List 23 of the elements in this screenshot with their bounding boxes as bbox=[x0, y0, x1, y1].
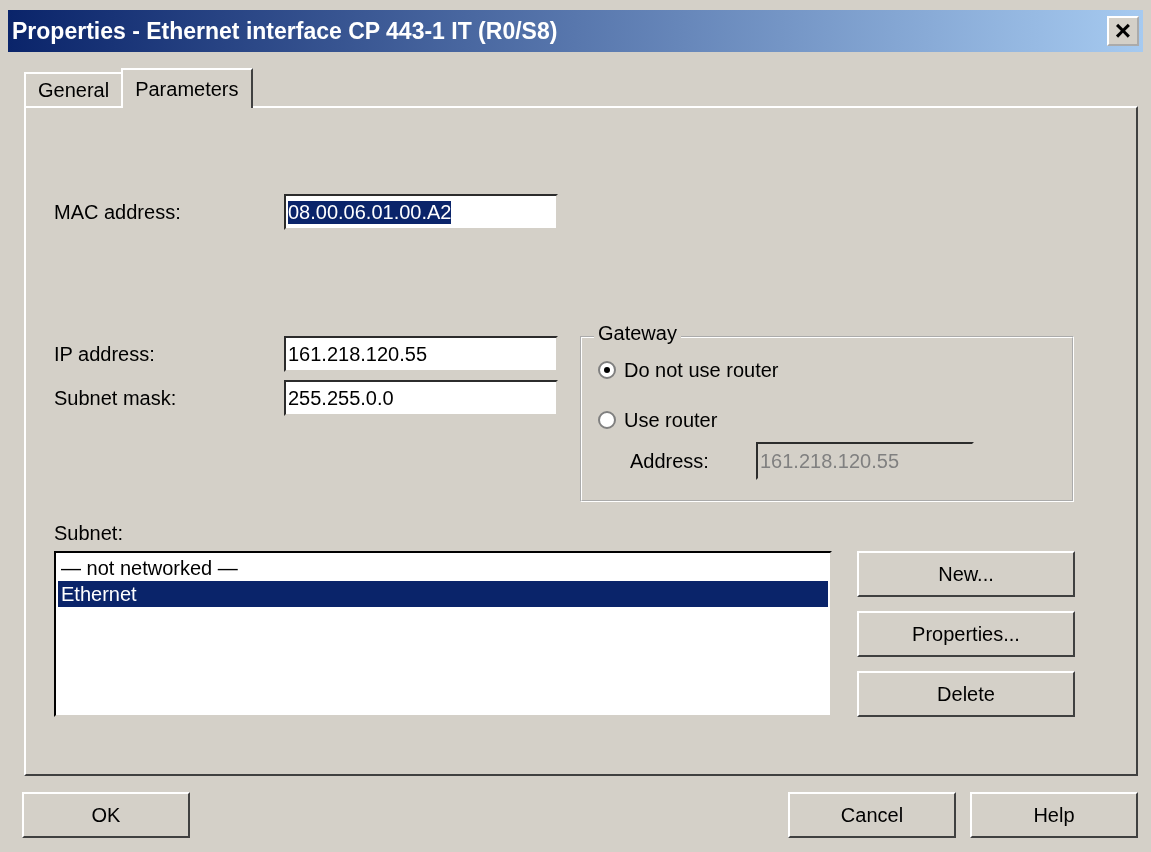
list-item[interactable]: Ethernet bbox=[58, 581, 828, 607]
dialog-button[interactable]: Help bbox=[970, 792, 1138, 838]
tab[interactable]: General bbox=[24, 72, 124, 106]
input-field[interactable]: 255.255.0.0 bbox=[284, 380, 558, 416]
dialog-button[interactable]: Delete bbox=[857, 671, 1075, 717]
input-field[interactable]: 08.00.06.01.00.A2 bbox=[284, 194, 558, 230]
dialog-button[interactable]: Properties... bbox=[857, 611, 1075, 657]
window-title: Properties - Ethernet interface CP 443-1 IT (R0/S8) bbox=[12, 17, 558, 45]
subnet-list[interactable]: — not networked — Ethernet bbox=[54, 551, 832, 717]
radio-option[interactable]: Do not use router bbox=[598, 352, 1072, 388]
dialog-button[interactable]: OK bbox=[22, 792, 190, 838]
list-item[interactable]: — not networked — bbox=[58, 555, 828, 581]
field-label: Subnet mask: bbox=[54, 386, 178, 410]
tab[interactable]: Parameters bbox=[121, 68, 253, 108]
field-label: Subnet: bbox=[54, 522, 124, 545]
radio-option[interactable]: Use router bbox=[598, 402, 1072, 438]
dialog-button[interactable]: New... bbox=[857, 551, 1075, 597]
input-field[interactable]: 161.218.120.55 bbox=[284, 336, 558, 372]
close-button[interactable]: × bbox=[1107, 16, 1139, 46]
field-label: IP address: bbox=[54, 342, 156, 366]
field-label: Address: bbox=[629, 449, 710, 473]
field-label: MAC address: bbox=[54, 200, 182, 224]
dialog-button[interactable]: Cancel bbox=[788, 792, 956, 838]
